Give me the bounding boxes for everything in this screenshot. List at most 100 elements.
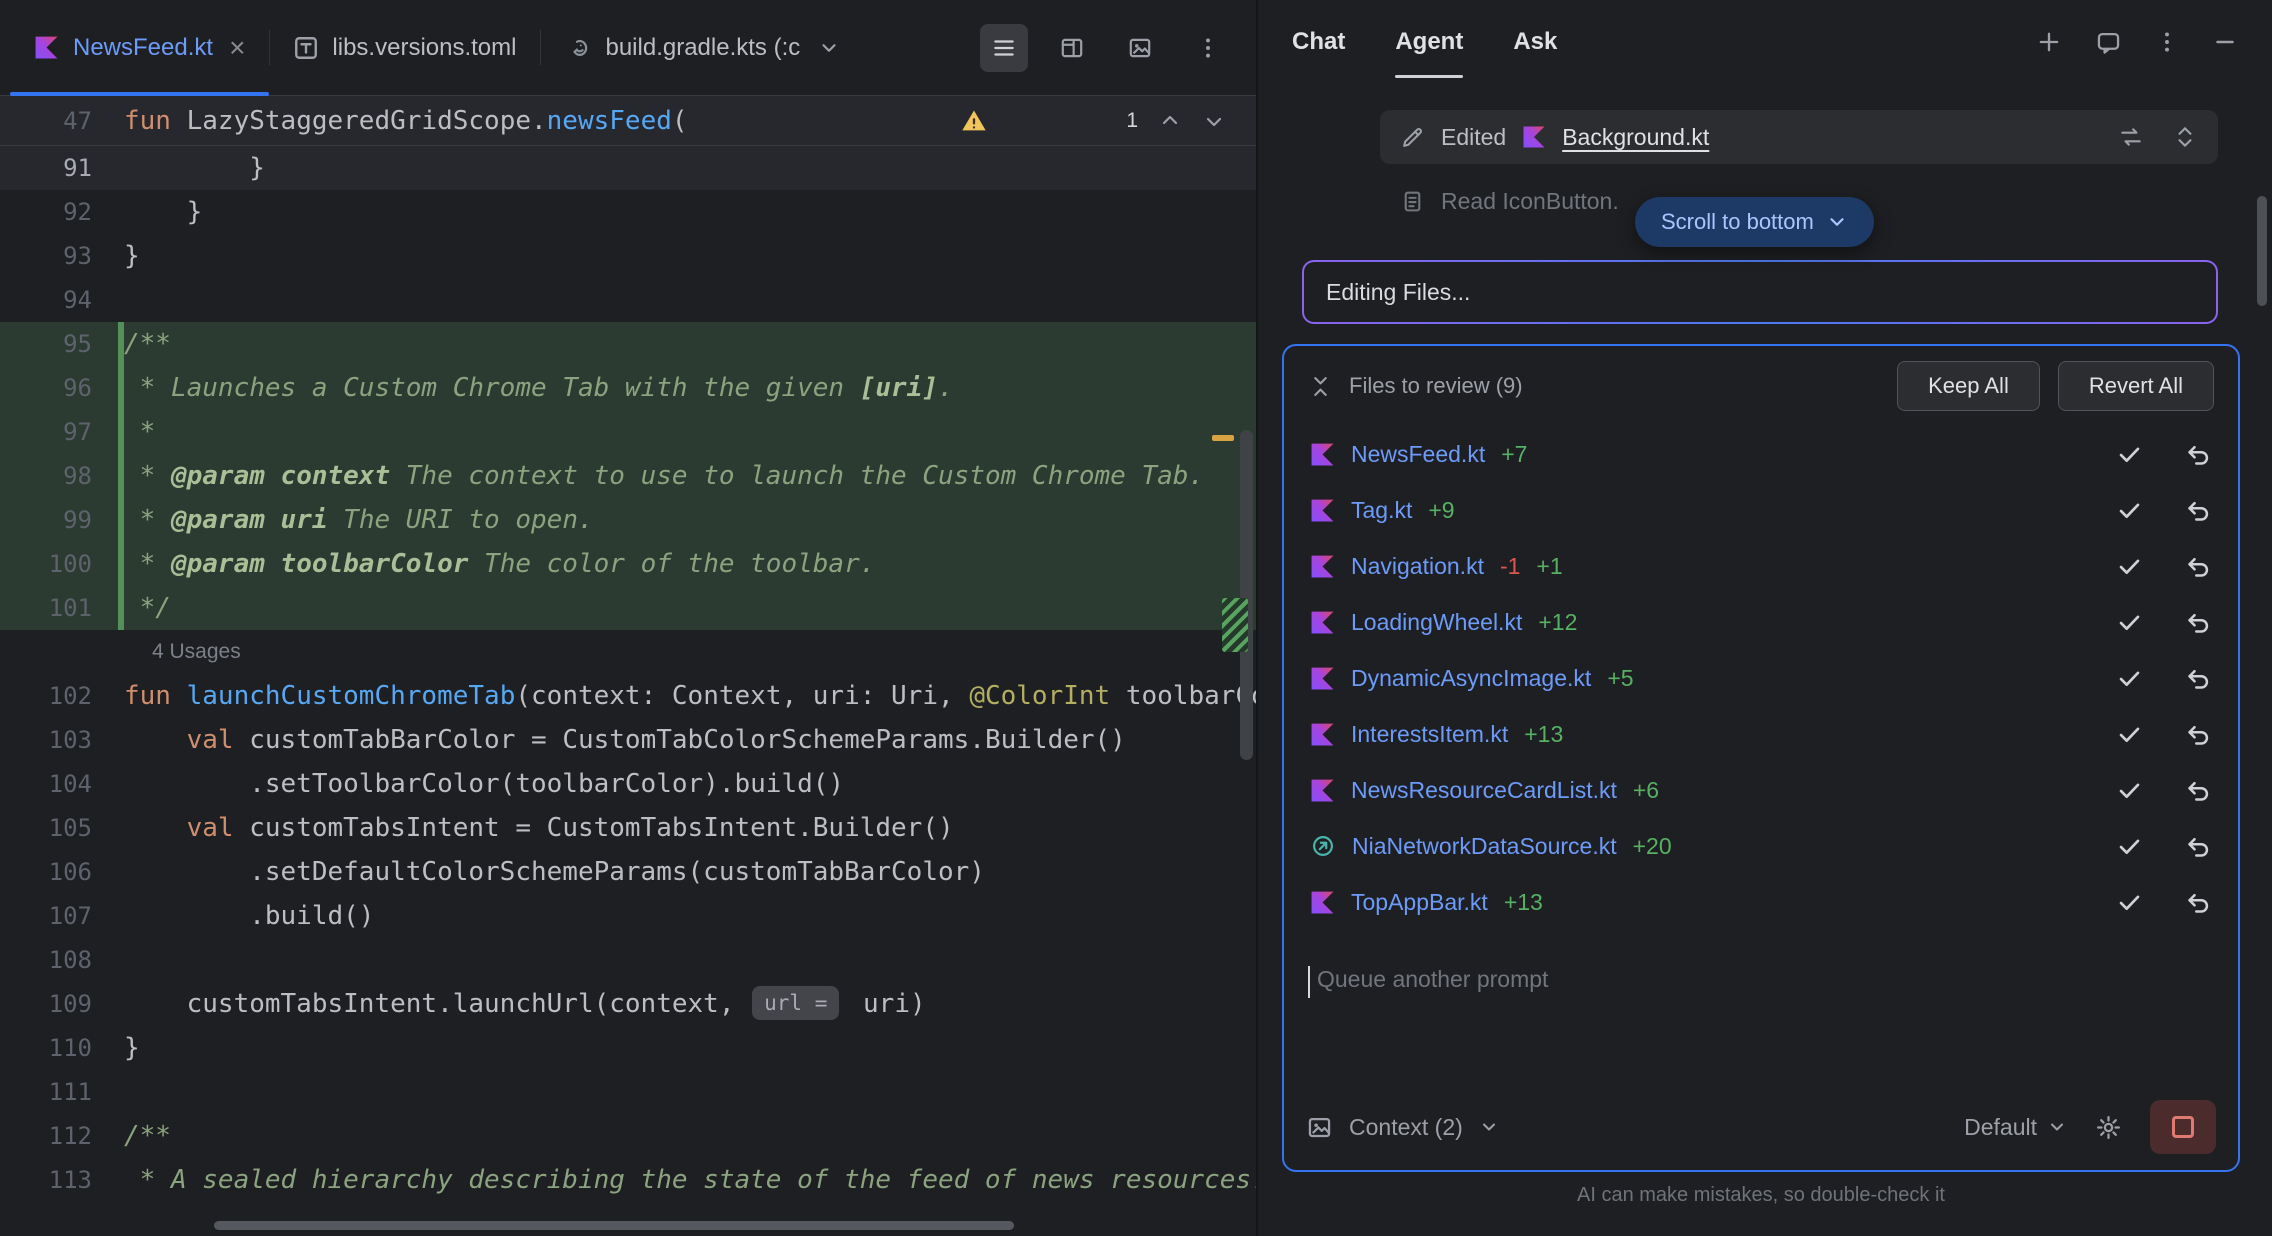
code-line[interactable]: 113 * A sealed hierarchy describing the …	[0, 1158, 1256, 1202]
accept-file-button[interactable]	[2116, 833, 2143, 860]
vertical-scrollbar[interactable]	[1240, 430, 1253, 760]
code-line[interactable]: 93}	[0, 234, 1256, 278]
code-line[interactable]: 96 * Launches a Custom Chrome Tab with t…	[0, 366, 1256, 410]
edited-file-step[interactable]: Edited Background.kt	[1380, 110, 2218, 164]
file-row[interactable]: Navigation.kt-1+1	[1284, 538, 2238, 594]
code-line[interactable]: 110}	[0, 1026, 1256, 1070]
file-link[interactable]: TopAppBar.kt	[1351, 889, 1488, 916]
revert-file-button[interactable]	[2185, 833, 2212, 860]
accept-file-button[interactable]	[2116, 609, 2143, 636]
file-row[interactable]: InterestsItem.kt+13	[1284, 706, 2238, 762]
tab-ask[interactable]: Ask	[1513, 0, 1557, 84]
file-row[interactable]: NiaNetworkDataSource.kt+20	[1284, 818, 2238, 874]
chevron-up-icon[interactable]	[1158, 109, 1182, 133]
accept-file-button[interactable]	[2116, 441, 2143, 468]
accept-file-button[interactable]	[2116, 777, 2143, 804]
code-token: }	[124, 197, 202, 227]
tab-chat[interactable]: Chat	[1292, 0, 1345, 84]
vcs-change-stripe-mark[interactable]	[1222, 598, 1248, 652]
accept-file-button[interactable]	[2116, 721, 2143, 748]
panel-scrollbar[interactable]	[2257, 196, 2267, 306]
unfold-icon[interactable]	[2172, 124, 2198, 150]
file-row[interactable]: NewsFeed.kt+7	[1284, 426, 2238, 482]
code-line[interactable]: 104 .setToolbarColor(toolbarColor).build…	[0, 762, 1256, 806]
accept-file-button[interactable]	[2116, 497, 2143, 524]
chevron-down-icon[interactable]	[1202, 109, 1226, 133]
file-row[interactable]: Tag.kt+9	[1284, 482, 2238, 538]
revert-all-button[interactable]: Revert All	[2058, 361, 2214, 411]
sticky-code-line[interactable]: 47 fun LazyStaggeredGridScope.newsFeed( …	[0, 96, 1256, 146]
usages-inlay[interactable]: 4 Usages	[0, 630, 1256, 674]
chevron-down-icon[interactable]	[1479, 1117, 1499, 1137]
image-icon[interactable]	[1116, 24, 1164, 72]
horizontal-scrollbar[interactable]	[214, 1221, 1014, 1230]
close-icon[interactable]: ×	[229, 34, 245, 62]
code-line[interactable]: 112/**	[0, 1114, 1256, 1158]
accept-file-button[interactable]	[2116, 665, 2143, 692]
stop-button[interactable]	[2150, 1100, 2216, 1154]
file-row[interactable]: NewsResourceCardList.kt+6	[1284, 762, 2238, 818]
code-editor[interactable]: 91 }92 }93}9495/**96 * Launches a Custom…	[0, 146, 1256, 1236]
code-line[interactable]: 101 */	[0, 586, 1256, 630]
scroll-to-bottom-button[interactable]: Scroll to bottom	[1635, 197, 1874, 247]
code-token: [uri]	[860, 373, 938, 403]
minimize-icon[interactable]	[2212, 29, 2238, 55]
file-link[interactable]: Tag.kt	[1351, 497, 1412, 524]
code-line[interactable]: 103 val customTabBarColor = CustomTabCol…	[0, 718, 1256, 762]
code-line[interactable]: 102fun launchCustomChromeTab(context: Co…	[0, 674, 1256, 718]
code-line[interactable]: 109 customTabsIntent.launchUrl(context, …	[0, 982, 1256, 1026]
chevron-down-icon[interactable]	[818, 37, 840, 59]
file-row[interactable]: DynamicAsyncImage.kt+5	[1284, 650, 2238, 706]
file-link[interactable]: NewsFeed.kt	[1351, 441, 1485, 468]
code-line[interactable]: 105 val customTabsIntent = CustomTabsInt…	[0, 806, 1256, 850]
gear-icon[interactable]	[2095, 1114, 2122, 1141]
file-link[interactable]: NewsResourceCardList.kt	[1351, 777, 1617, 804]
revert-file-button[interactable]	[2185, 441, 2212, 468]
code-line[interactable]: 95/**	[0, 322, 1256, 366]
kebab-menu-icon[interactable]	[1184, 24, 1232, 72]
tab-newsfeed[interactable]: NewsFeed.kt ×	[10, 0, 269, 95]
file-link[interactable]: Navigation.kt	[1351, 553, 1484, 580]
compare-icon[interactable]	[2118, 124, 2144, 150]
file-link[interactable]: DynamicAsyncImage.kt	[1351, 665, 1591, 692]
kebab-menu-icon[interactable]	[2154, 29, 2180, 55]
file-row[interactable]: LoadingWheel.kt+12	[1284, 594, 2238, 650]
revert-file-button[interactable]	[2185, 777, 2212, 804]
revert-file-button[interactable]	[2185, 497, 2212, 524]
code-line[interactable]: 100 * @param toolbarColor The color of t…	[0, 542, 1256, 586]
accept-file-button[interactable]	[2116, 889, 2143, 916]
plus-icon[interactable]	[2035, 28, 2063, 56]
code-line[interactable]: 107 .build()	[0, 894, 1256, 938]
warning-stripe-mark[interactable]	[1212, 435, 1234, 441]
tab-build-gradle[interactable]: build.gradle.kts (:c	[541, 0, 864, 95]
context-selector[interactable]: Context (2)	[1349, 1114, 1463, 1141]
code-line[interactable]: 98 * @param context The context to use t…	[0, 454, 1256, 498]
revert-file-button[interactable]	[2185, 609, 2212, 636]
tab-libs-versions[interactable]: libs.versions.toml	[270, 0, 540, 95]
code-line[interactable]: 99 * @param uri The URI to open.	[0, 498, 1256, 542]
code-line[interactable]: 108	[0, 938, 1256, 982]
file-link[interactable]: NiaNetworkDataSource.kt	[1352, 833, 1617, 860]
file-link[interactable]: LoadingWheel.kt	[1351, 609, 1522, 636]
file-link[interactable]: InterestsItem.kt	[1351, 721, 1508, 748]
tab-agent[interactable]: Agent	[1395, 0, 1463, 84]
code-line[interactable]: 106 .setDefaultColorSchemeParams(customT…	[0, 850, 1256, 894]
prompt-input[interactable]: Queue another prompt	[1284, 930, 2238, 1084]
revert-file-button[interactable]	[2185, 665, 2212, 692]
revert-file-button[interactable]	[2185, 553, 2212, 580]
revert-file-button[interactable]	[2185, 889, 2212, 916]
code-line[interactable]: 92 }	[0, 190, 1256, 234]
code-line[interactable]: 91 }	[0, 146, 1256, 190]
keep-all-button[interactable]: Keep All	[1897, 361, 2040, 411]
code-line[interactable]: 111	[0, 1070, 1256, 1114]
file-row[interactable]: TopAppBar.kt+13	[1284, 874, 2238, 930]
accept-file-button[interactable]	[2116, 553, 2143, 580]
comment-bubble-icon[interactable]	[2095, 29, 2122, 56]
revert-file-button[interactable]	[2185, 721, 2212, 748]
model-selector[interactable]: Default	[1964, 1114, 2067, 1141]
collapse-icon[interactable]	[1308, 374, 1333, 399]
image-icon[interactable]	[1306, 1114, 1333, 1141]
code-line[interactable]: 94	[0, 278, 1256, 322]
code-line[interactable]: 97 *	[0, 410, 1256, 454]
edited-file-link[interactable]: Background.kt	[1562, 124, 1709, 151]
